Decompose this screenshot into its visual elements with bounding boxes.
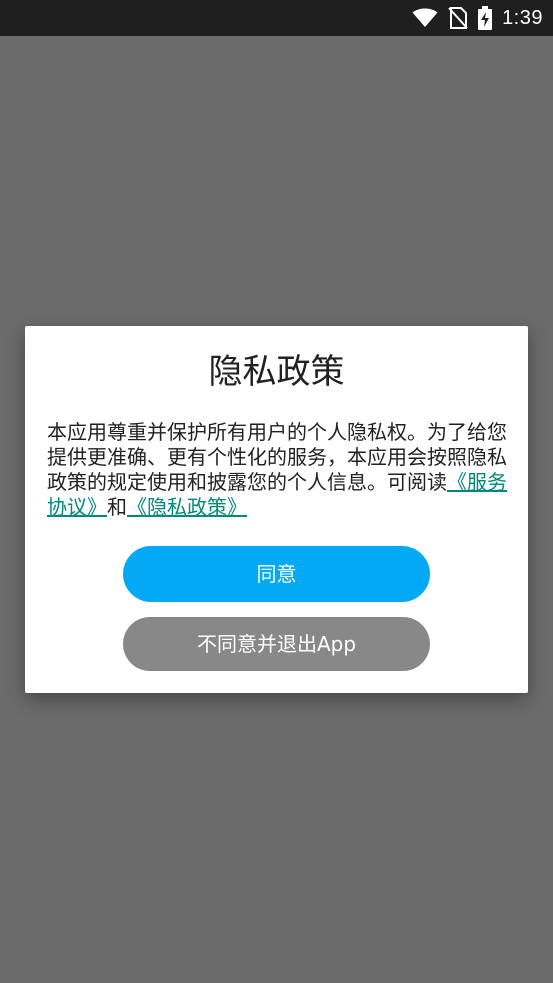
wifi-icon bbox=[412, 8, 438, 28]
dialog-body: 本应用尊重并保护所有用户的个人隐私权。为了给您提供更准确、更有个性化的服务，本应… bbox=[47, 420, 509, 520]
status-icons: 1:39 bbox=[412, 0, 543, 36]
dialog-title: 隐私政策 bbox=[208, 352, 345, 392]
conjunction-text: 和 bbox=[107, 495, 127, 519]
agree-button[interactable]: 同意 bbox=[123, 546, 430, 602]
status-time: 1:39 bbox=[502, 7, 543, 29]
privacy-policy-link[interactable]: 《隐私政策》 bbox=[127, 495, 247, 519]
dialog-body-text: 本应用尊重并保护所有用户的个人隐私权。为了给您提供更准确、更有个性化的服务，本应… bbox=[47, 420, 507, 494]
no-sim-icon bbox=[448, 7, 468, 29]
battery-charging-icon bbox=[478, 6, 493, 30]
disagree-exit-button[interactable]: 不同意并退出App bbox=[123, 617, 430, 671]
privacy-dialog: 隐私政策 本应用尊重并保护所有用户的个人隐私权。为了给您提供更准确、更有个性化的… bbox=[25, 326, 528, 693]
status-bar: 1:39 bbox=[0, 0, 553, 36]
